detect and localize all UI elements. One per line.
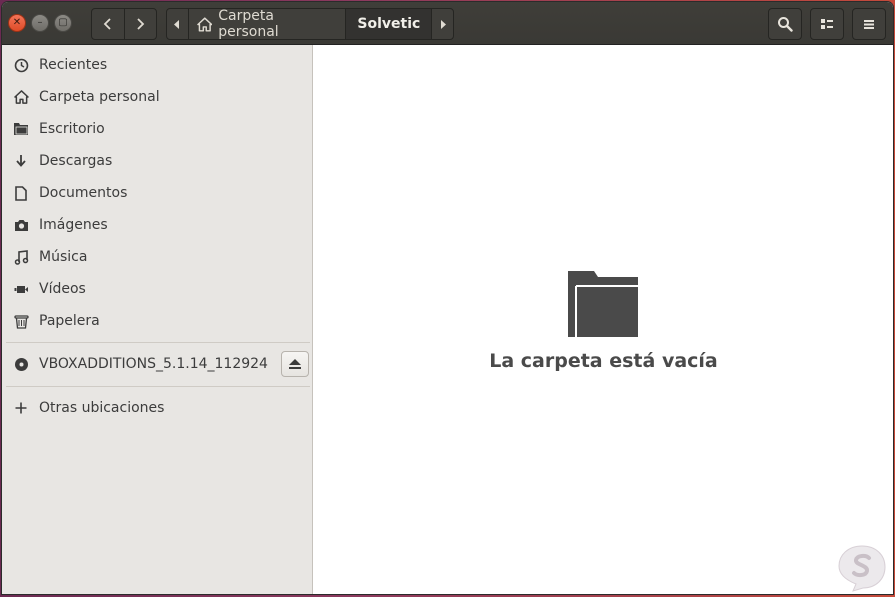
search-icon xyxy=(778,17,793,32)
maximize-icon: ▢ xyxy=(58,17,68,28)
sidebar-item-label: Imágenes xyxy=(39,217,108,233)
sidebar-item-label: Recientes xyxy=(39,57,108,73)
path-bar: Carpeta personal Solvetic xyxy=(166,8,454,40)
sidebar-item-recientes[interactable]: Recientes xyxy=(2,49,312,81)
sidebar-separator xyxy=(6,342,310,343)
sidebar-item-label: Papelera xyxy=(39,313,100,329)
file-manager-window: ✕ – ▢ Carpeta personal Solvetic Reciente… xyxy=(2,2,893,594)
chevron-left-icon xyxy=(103,18,111,30)
plus-icon xyxy=(13,400,29,416)
folder-icon xyxy=(13,121,29,137)
clock-icon xyxy=(13,57,29,73)
back-button[interactable] xyxy=(92,9,124,39)
sidebar-item-label: Música xyxy=(39,249,88,265)
sidebar-item-otras-ubicaciones[interactable]: Otras ubicaciones xyxy=(2,392,312,424)
sidebar-item-label: Documentos xyxy=(39,185,128,201)
empty-folder-icon xyxy=(568,271,638,337)
chevron-right-icon xyxy=(137,18,145,30)
grid-view-icon xyxy=(821,19,833,29)
path-scroll-left-button[interactable] xyxy=(167,9,189,39)
search-button[interactable] xyxy=(768,8,802,40)
maximize-window-button[interactable]: ▢ xyxy=(54,14,72,32)
empty-folder-message: La carpeta está vacía xyxy=(489,350,718,372)
close-icon: ✕ xyxy=(12,17,22,28)
breadcrumb-current-label: Solvetic xyxy=(357,16,421,32)
sidebar-item-videos[interactable]: Vídeos xyxy=(2,273,312,305)
breadcrumb-home-label: Carpeta personal xyxy=(218,8,279,40)
sidebar-item-carpeta-personal[interactable]: Carpeta personal xyxy=(2,81,312,113)
main-content: La carpeta está vacía xyxy=(314,45,893,594)
solvetic-logo-watermark xyxy=(838,545,886,592)
breadcrumb-home[interactable]: Carpeta personal xyxy=(189,8,347,40)
breadcrumb-current[interactable]: Solvetic xyxy=(346,9,432,39)
sidebar-item-vboxadditions[interactable]: VBOXADDITIONS_5.1.14_112924 xyxy=(2,348,272,380)
view-toggle-button[interactable] xyxy=(810,8,844,40)
close-window-button[interactable]: ✕ xyxy=(8,14,26,32)
sidebar-item-label: Descargas xyxy=(39,153,113,169)
sidebar-item-label: Carpeta personal xyxy=(39,89,160,105)
home-icon xyxy=(13,89,29,105)
minimize-icon: – xyxy=(37,17,43,28)
sidebar-item-musica[interactable]: Música xyxy=(2,241,312,273)
minimize-window-button[interactable]: – xyxy=(31,14,49,32)
sidebar-item-papelera[interactable]: Papelera xyxy=(2,305,312,337)
document-icon xyxy=(13,185,29,201)
music-icon xyxy=(13,249,29,265)
sidebar-item-escritorio[interactable]: Escritorio xyxy=(2,113,312,145)
sidebar: Recientes Carpeta personal Escritorio De… xyxy=(2,45,313,594)
menu-button[interactable] xyxy=(852,8,886,40)
header-bar: ✕ – ▢ Carpeta personal Solvetic xyxy=(2,2,893,45)
eject-icon xyxy=(289,359,301,369)
camera-icon xyxy=(13,217,29,233)
sidebar-separator xyxy=(6,386,310,387)
home-icon xyxy=(196,16,212,32)
sidebar-item-label: VBOXADDITIONS_5.1.14_112924 xyxy=(39,356,268,372)
sidebar-item-documentos[interactable]: Documentos xyxy=(2,177,312,209)
disc-icon xyxy=(13,356,29,372)
video-icon xyxy=(13,281,29,297)
download-icon xyxy=(13,153,29,169)
triangle-right-icon xyxy=(440,19,446,29)
sidebar-item-imagenes[interactable]: Imágenes xyxy=(2,209,312,241)
sidebar-item-label: Vídeos xyxy=(39,281,86,297)
hamburger-menu-icon xyxy=(864,20,874,29)
path-scroll-right-button[interactable] xyxy=(431,9,453,39)
sidebar-item-descargas[interactable]: Descargas xyxy=(2,145,312,177)
forward-button[interactable] xyxy=(123,9,157,39)
sidebar-item-label: Otras ubicaciones xyxy=(39,400,165,416)
eject-button[interactable] xyxy=(281,351,309,377)
trash-icon xyxy=(13,313,29,329)
navigation-buttons xyxy=(91,8,157,40)
sidebar-item-label: Escritorio xyxy=(39,121,105,137)
triangle-left-icon xyxy=(174,19,180,29)
